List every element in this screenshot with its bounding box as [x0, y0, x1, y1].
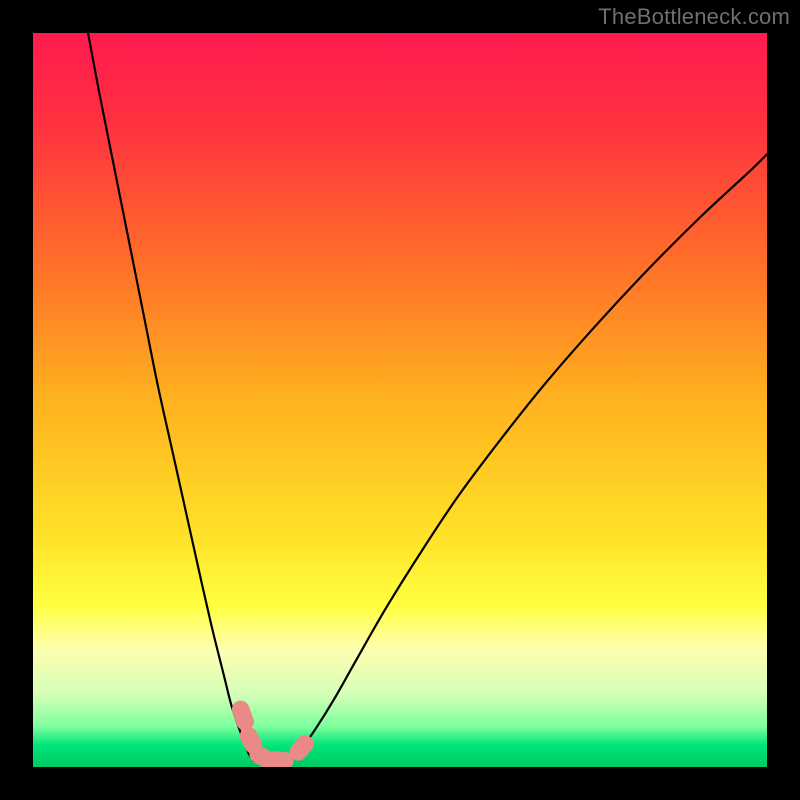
watermark-text: TheBottleneck.com — [598, 4, 790, 30]
gradient-background — [33, 33, 767, 767]
frame: TheBottleneck.com — [0, 0, 800, 800]
chart-svg — [33, 33, 767, 767]
plot-area — [33, 33, 767, 767]
